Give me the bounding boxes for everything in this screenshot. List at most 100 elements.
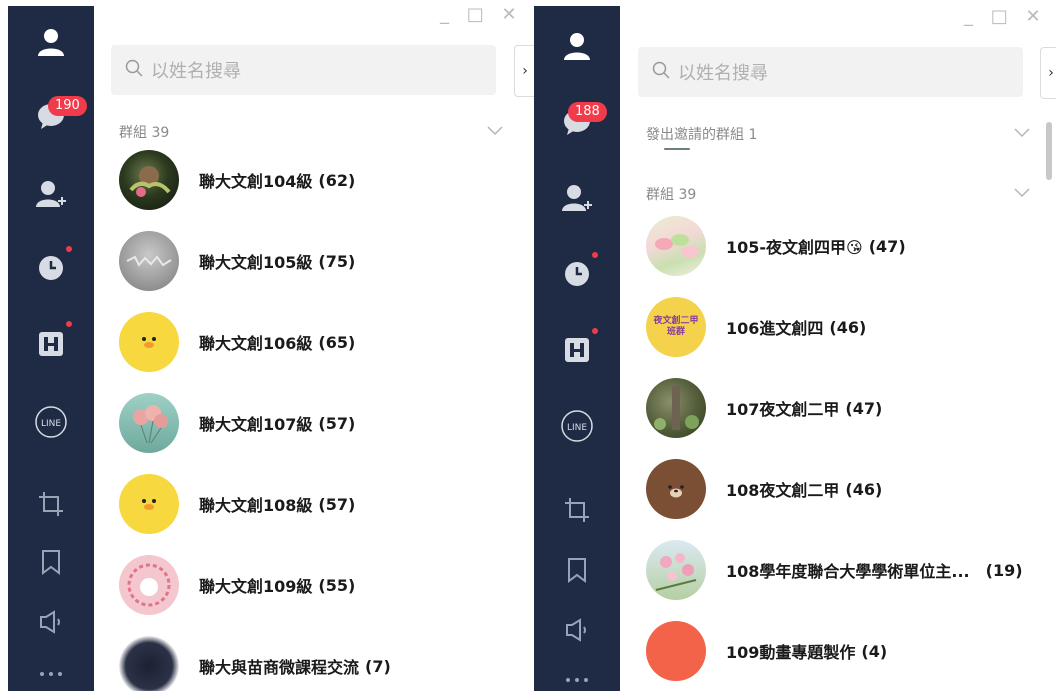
- add-friend-icon[interactable]: [31, 174, 71, 214]
- group-row[interactable]: 聯大文創105級 (75): [119, 221, 355, 301]
- group-row[interactable]: 聯大文創109級 (55): [119, 545, 355, 625]
- group-row[interactable]: 聯大文創107級 (57): [119, 383, 355, 463]
- groups-section-header[interactable]: 群組 39: [119, 122, 503, 142]
- search-icon: [652, 61, 670, 83]
- speaker-icon[interactable]: [557, 610, 597, 650]
- group-avatar: [119, 636, 179, 691]
- group-row[interactable]: 107夜文創二甲 (47): [646, 368, 882, 448]
- group-avatar: [646, 540, 706, 600]
- group-member-count: (57): [318, 413, 356, 433]
- left-window: 190 LINE _ □ ✕ 以姓名搜尋 › 群組 39 聯大文創104級 (6…: [0, 0, 534, 691]
- h-app-icon[interactable]: [557, 330, 597, 370]
- unread-badge: 190: [48, 96, 87, 116]
- group-name: 聯大文創109級: [199, 577, 313, 596]
- avatar-label: 夜文創二甲 班群: [653, 316, 699, 337]
- group-name: 聯大文創106級: [199, 334, 313, 353]
- search-box[interactable]: 以姓名搜尋: [111, 45, 496, 95]
- group-row[interactable]: 109動畫專題製作 (4): [646, 611, 887, 691]
- more-icon[interactable]: [557, 660, 597, 691]
- group-avatar: [646, 378, 706, 438]
- group-row[interactable]: 108夜文創二甲 (46): [646, 449, 882, 529]
- collapsed-avatar-sliver: [664, 148, 690, 150]
- group-name: 聯大與苗商微課程交流: [199, 658, 360, 677]
- svg-text:LINE: LINE: [567, 423, 587, 433]
- clock-icon[interactable]: [557, 254, 597, 294]
- close-button[interactable]: ✕: [1025, 6, 1040, 27]
- group-avatar: [119, 393, 179, 453]
- window-controls: _ □ ✕: [428, 4, 517, 25]
- notification-dot: [592, 252, 598, 258]
- line-icon[interactable]: LINE: [31, 402, 71, 442]
- section-label: 發出邀請的群組 1: [646, 127, 758, 143]
- group-avatar: [119, 555, 179, 615]
- group-name: 聯大文創108級: [199, 496, 313, 515]
- right-window: 188 LINE _ □ ✕ 以姓名搜尋 › 發出邀請的群組 1 群組 39 1…: [534, 0, 1056, 691]
- bookmark-icon[interactable]: [557, 550, 597, 590]
- group-member-count: (47): [845, 398, 883, 418]
- group-avatar: [646, 621, 706, 681]
- maximize-button[interactable]: □: [467, 4, 484, 25]
- add-friend-icon[interactable]: [557, 178, 597, 218]
- group-member-count: (46): [845, 479, 883, 499]
- group-name: 108學年度聯合大學學術單位主...: [726, 562, 970, 581]
- more-icon[interactable]: [31, 654, 71, 691]
- group-name: 108夜文創二甲: [726, 481, 840, 500]
- search-icon: [125, 59, 143, 81]
- profile-icon[interactable]: [31, 22, 71, 62]
- crop-icon[interactable]: [31, 484, 71, 524]
- group-avatar: [119, 231, 179, 291]
- group-member-count: (7): [365, 656, 391, 676]
- group-name: 聯大文創104級: [199, 172, 313, 191]
- group-avatar: [119, 150, 179, 210]
- group-row[interactable]: 聯大與苗商微課程交流 (7): [119, 626, 391, 691]
- group-row[interactable]: 聯大文創104級 (62): [119, 140, 355, 220]
- group-name: 109動畫專題製作: [726, 643, 856, 662]
- groups-section-header[interactable]: 群組 39: [646, 184, 1030, 204]
- sidebar: 188 LINE: [534, 6, 620, 691]
- invited-section-header[interactable]: 發出邀請的群組 1: [646, 124, 1030, 144]
- group-avatar: 夜文創二甲 班群: [646, 297, 706, 357]
- notification-dot: [66, 246, 72, 252]
- group-member-count: (46): [829, 317, 867, 337]
- sidebar: 190 LINE: [8, 6, 94, 691]
- chevron-down-icon: [1014, 186, 1030, 202]
- group-name: 聯大文創105級: [199, 253, 313, 272]
- bear-avatar: [646, 459, 706, 519]
- speaker-icon[interactable]: [31, 602, 71, 642]
- notification-dot: [592, 328, 598, 334]
- group-member-count: (57): [318, 494, 356, 514]
- unread-badge: 188: [568, 102, 607, 122]
- expand-panel-button[interactable]: ›: [514, 45, 534, 97]
- search-input[interactable]: 以姓名搜尋: [678, 59, 768, 85]
- scrollbar-thumb[interactable]: [1046, 122, 1052, 180]
- h-app-icon[interactable]: [31, 324, 71, 364]
- maximize-button[interactable]: □: [991, 6, 1008, 27]
- close-button[interactable]: ✕: [501, 4, 516, 25]
- group-member-count: (62): [318, 170, 356, 190]
- group-row[interactable]: 聯大文創108級 (57): [119, 464, 355, 544]
- group-member-count: (55): [318, 575, 356, 595]
- group-member-count: (4): [861, 641, 888, 661]
- section-label: 群組 39: [646, 187, 697, 203]
- group-name: 106進文創四: [726, 319, 824, 338]
- profile-icon[interactable]: [557, 26, 597, 66]
- group-row[interactable]: 105-夜文創四甲😘 (47): [646, 206, 906, 286]
- group-avatar: [646, 216, 706, 276]
- group-row[interactable]: 108學年度聯合大學學術單位主... (19): [646, 530, 1023, 610]
- crop-icon[interactable]: [557, 490, 597, 530]
- group-member-count: (75): [318, 251, 356, 271]
- chevron-down-icon: [1014, 126, 1030, 142]
- minimize-button[interactable]: _: [440, 4, 449, 25]
- search-box[interactable]: 以姓名搜尋: [638, 47, 1023, 97]
- group-row[interactable]: 聯大文創106級 (65): [119, 302, 355, 382]
- group-row[interactable]: 夜文創二甲 班群 106進文創四 (46): [646, 287, 866, 367]
- group-name: 107夜文創二甲: [726, 400, 840, 419]
- bookmark-icon[interactable]: [31, 542, 71, 582]
- minimize-button[interactable]: _: [964, 6, 973, 27]
- clock-icon[interactable]: [31, 248, 71, 288]
- line-icon[interactable]: LINE: [557, 406, 597, 446]
- window-controls: _ □ ✕: [952, 6, 1041, 27]
- search-input[interactable]: 以姓名搜尋: [151, 57, 241, 83]
- expand-panel-button[interactable]: ›: [1040, 47, 1056, 99]
- group-member-count: (47): [868, 236, 906, 256]
